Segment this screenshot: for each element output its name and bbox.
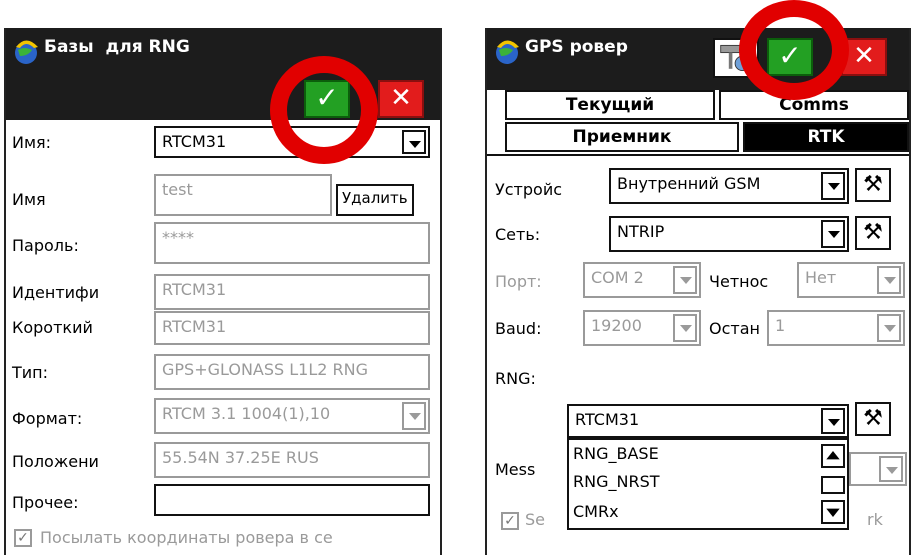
user-value: test: [162, 180, 193, 199]
scroll-up-button[interactable]: [821, 444, 845, 468]
highlight-circle: [739, 0, 849, 100]
format-value: RTCM 3.1 1004(1),10: [162, 404, 331, 423]
chevron-down-icon[interactable]: [877, 314, 901, 342]
send-coords-checkbox[interactable]: ✓: [14, 529, 32, 547]
port-value: COM 2: [591, 268, 644, 287]
chevron-down-icon[interactable]: [821, 220, 845, 248]
short-value: RTCM31: [162, 317, 227, 336]
chevron-down-icon[interactable]: [821, 408, 845, 434]
scrollbar-thumb[interactable]: [821, 476, 845, 494]
id-value: RTCM31: [162, 280, 227, 299]
device-value: Внутренний GSM: [617, 174, 761, 193]
port-select[interactable]: COM 2: [583, 262, 701, 298]
tools-icon: ⚒: [863, 172, 883, 197]
position-label: Положени: [12, 452, 99, 471]
stop-label: Остан: [709, 319, 760, 338]
chevron-down-icon[interactable]: [879, 456, 903, 482]
type-label: Тип:: [12, 363, 49, 382]
password-field[interactable]: ****: [154, 222, 430, 264]
other-field[interactable]: [154, 484, 430, 516]
baud-label: Baud:: [495, 319, 542, 338]
parity-value: Нет: [805, 268, 837, 287]
name-label: Имя:: [12, 133, 52, 152]
user-label: Имя: [12, 190, 46, 209]
messages-label: Mess: [495, 460, 536, 479]
network-value: NTRIP: [617, 222, 665, 241]
close-icon: ✕: [853, 41, 875, 71]
close-icon: ✕: [390, 83, 412, 113]
cancel-button[interactable]: ✕: [378, 80, 424, 118]
port-label: Порт:: [495, 272, 542, 291]
app-globe-icon: [15, 40, 38, 64]
rng-settings-button[interactable]: ⚒: [855, 402, 891, 436]
position-value: 55.54N 37.25E RUS: [162, 448, 319, 467]
rng-option[interactable]: RNG_NRST: [573, 472, 660, 491]
rng-option[interactable]: CMRx: [573, 502, 619, 521]
chevron-down-icon[interactable]: [673, 266, 697, 294]
format-label: Формат:: [12, 409, 83, 428]
rng-dropdown-list[interactable]: RNG_BASE RNG_NRST CMRx: [567, 438, 849, 530]
baud-value: 19200: [591, 316, 642, 335]
chevron-down-icon[interactable]: [402, 402, 426, 430]
chevron-down-icon[interactable]: [821, 172, 845, 200]
other-label: Прочее:: [12, 493, 79, 512]
chevron-down-icon: [826, 508, 840, 517]
device-label: Устройс: [495, 180, 563, 199]
chevron-down-icon[interactable]: [673, 314, 697, 342]
highlight-circle: [270, 56, 378, 164]
parity-select[interactable]: Нет: [797, 262, 905, 298]
tools-icon: ⚒: [863, 406, 883, 431]
tab-divider: [487, 154, 909, 156]
user-field[interactable]: test: [154, 174, 332, 216]
device-settings-button[interactable]: ⚒: [855, 168, 891, 202]
password-label: Пароль:: [12, 236, 79, 255]
dialog-title: Базы для RNG: [44, 37, 190, 57]
scroll-down-button[interactable]: [821, 500, 845, 524]
delete-button[interactable]: Удалить: [336, 184, 414, 216]
short-field[interactable]: RTCM31: [154, 311, 430, 345]
type-value: GPS+GLONASS L1L2 RNG: [162, 360, 369, 379]
network-select[interactable]: NTRIP: [609, 216, 849, 252]
app-globe-icon: [496, 40, 519, 64]
device-select[interactable]: Внутренний GSM: [609, 168, 849, 204]
dialog-title: GPS ровер: [525, 37, 628, 57]
chevron-up-icon: [826, 451, 840, 460]
baud-select[interactable]: 19200: [583, 310, 701, 346]
rng-label: RNG:: [495, 369, 536, 388]
tab-rtk[interactable]: RTK: [743, 122, 909, 152]
parity-label: Четноc: [709, 272, 769, 291]
rng-option[interactable]: RNG_BASE: [573, 444, 659, 463]
tab-receiver[interactable]: Приемник: [505, 122, 739, 152]
network-settings-button[interactable]: ⚒: [855, 216, 891, 250]
rng-select[interactable]: RTCM31: [567, 404, 849, 438]
chevron-down-icon[interactable]: [877, 266, 901, 294]
send-label-tail: rk: [867, 510, 883, 529]
rng-value: RTCM31: [575, 410, 640, 429]
stop-select[interactable]: 1: [767, 310, 905, 346]
send-checkbox[interactable]: ✓: [501, 512, 519, 530]
send-coords-label: Посылать координаты ровера в се: [40, 528, 333, 547]
messages-select[interactable]: [849, 452, 907, 486]
tab-current[interactable]: Текущий: [505, 90, 715, 120]
position-field[interactable]: 55.54N 37.25E RUS: [154, 442, 430, 478]
chevron-down-icon[interactable]: [402, 130, 426, 154]
short-label: Короткий: [12, 318, 93, 337]
send-label: Se: [525, 510, 545, 529]
tools-icon: ⚒: [863, 220, 883, 245]
type-field[interactable]: GPS+GLONASS L1L2 RNG: [154, 354, 430, 390]
stop-value: 1: [775, 316, 786, 335]
password-value: ****: [162, 228, 194, 247]
format-select[interactable]: RTCM 3.1 1004(1),10: [154, 398, 430, 434]
gps-rover-dialog: GPS ровер ✓ ✕ Текущий Comms Приемник RTK…: [485, 28, 911, 555]
network-label: Сеть:: [495, 225, 541, 244]
name-value: RTCM31: [162, 132, 227, 151]
id-field[interactable]: RTCM31: [154, 274, 430, 310]
id-label: Идентифи: [12, 283, 100, 302]
